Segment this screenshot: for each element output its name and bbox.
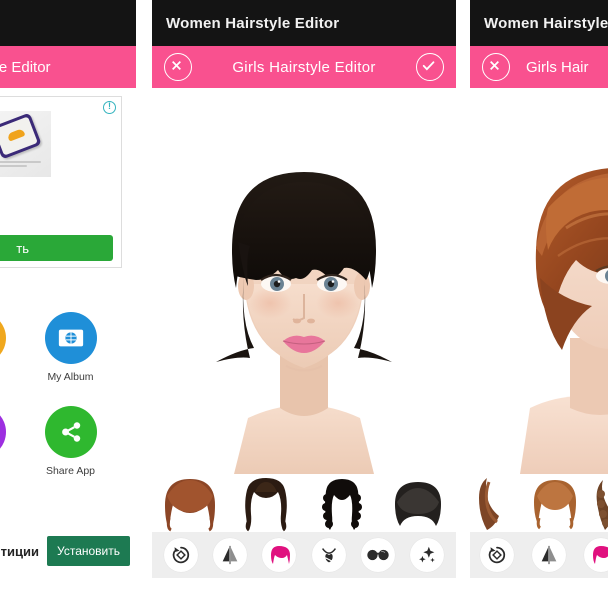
center-actionbar: Girls Hairstyle Editor bbox=[152, 46, 456, 88]
menu-row-2: s Share App bbox=[0, 406, 136, 480]
right-photo-canvas[interactable] bbox=[470, 88, 608, 474]
hair-thumb-dark-long-wavy[interactable] bbox=[228, 474, 304, 532]
grid-icon[interactable] bbox=[0, 406, 6, 458]
flip-mirror-icon[interactable] bbox=[532, 538, 566, 572]
flip-mirror-icon[interactable] bbox=[212, 538, 247, 572]
sparkle-effects-icon[interactable] bbox=[410, 538, 445, 572]
menu-item-share-app-label: Share App bbox=[45, 465, 96, 477]
right-hair-thumbnails[interactable] bbox=[470, 474, 608, 532]
ad-caption-lines bbox=[0, 161, 43, 169]
hairstyle-icon[interactable] bbox=[584, 538, 608, 572]
install-banner-text: тиции bbox=[0, 543, 40, 559]
hair-thumb-black-curly[interactable] bbox=[304, 474, 380, 532]
necklace-icon[interactable] bbox=[311, 538, 346, 572]
menu-item-my-album[interactable]: My Album bbox=[33, 312, 108, 383]
portrait-black-hair bbox=[152, 88, 456, 474]
center-app-title: Women Hairstyle Editor bbox=[166, 14, 340, 32]
sunglasses-icon[interactable] bbox=[360, 538, 395, 572]
left-actionbar: yle Editor bbox=[0, 46, 136, 88]
install-banner-button[interactable]: Установить bbox=[47, 536, 130, 566]
portrait-auburn-hair bbox=[470, 88, 608, 474]
menu-row-1: My Album bbox=[0, 312, 136, 386]
menu-item-0[interactable] bbox=[0, 312, 17, 371]
hair-thumb-auburn-bob[interactable] bbox=[527, 474, 584, 532]
ad-install-button[interactable]: ть bbox=[0, 235, 113, 261]
center-statusbar: Women Hairstyle Editor bbox=[152, 0, 456, 46]
hair-thumb-auburn-bob[interactable] bbox=[152, 474, 228, 532]
right-statusbar: Women Hairstyle Ed bbox=[470, 0, 608, 46]
hair-thumb-black-fringe[interactable] bbox=[380, 474, 456, 532]
right-actionbar-title: Girls Hair bbox=[526, 58, 589, 76]
app-panel-left: yle Editor ! ть bbox=[0, 0, 136, 608]
center-hair-thumbnails[interactable] bbox=[152, 474, 456, 532]
share-icon[interactable] bbox=[44, 406, 97, 458]
right-app-title: Women Hairstyle Ed bbox=[484, 14, 608, 32]
hair-thumb-brown-curly[interactable] bbox=[583, 474, 608, 532]
center-tools-toolbar[interactable] bbox=[152, 532, 456, 578]
ad-card[interactable]: ! ть bbox=[0, 96, 122, 268]
screenshot-collage: yle Editor ! ть bbox=[0, 0, 608, 608]
center-actionbar-title: Girls Hairstyle Editor bbox=[232, 58, 376, 76]
close-icon[interactable] bbox=[164, 53, 192, 81]
ad-car-graphic bbox=[6, 128, 26, 142]
right-tools-toolbar[interactable] bbox=[470, 532, 608, 578]
menu-item-2[interactable]: s bbox=[0, 406, 17, 477]
left-menu-grid: My Album s bbox=[0, 312, 136, 500]
ad-info-icon[interactable]: ! bbox=[103, 101, 116, 114]
reset-rotate-icon[interactable] bbox=[480, 538, 514, 572]
reset-rotate-icon[interactable] bbox=[163, 538, 198, 572]
menu-item-share-app[interactable]: Share App bbox=[33, 406, 108, 477]
app-panel-center: Women Hairstyle Editor Girls Hairstyle E… bbox=[152, 0, 456, 608]
hairstyle-icon[interactable] bbox=[262, 538, 297, 572]
left-actionbar-title: yle Editor bbox=[0, 58, 51, 76]
ad-image bbox=[0, 111, 51, 177]
center-photo-canvas[interactable] bbox=[152, 88, 456, 474]
hair-thumb-auburn-long-wavy[interactable] bbox=[470, 474, 527, 532]
install-banner[interactable]: тиции Установить bbox=[0, 534, 136, 568]
check-icon[interactable] bbox=[416, 53, 444, 81]
right-actionbar: Girls Hair bbox=[470, 46, 608, 88]
close-icon[interactable] bbox=[482, 53, 510, 81]
ad-phone-graphic bbox=[0, 112, 42, 160]
app-panel-right: Women Hairstyle Ed Girls Hair bbox=[470, 0, 608, 608]
menu-item-my-album-label: My Album bbox=[47, 371, 94, 383]
photo-globe-icon[interactable] bbox=[44, 312, 97, 364]
left-statusbar bbox=[0, 0, 136, 46]
star-icon[interactable] bbox=[0, 312, 6, 364]
